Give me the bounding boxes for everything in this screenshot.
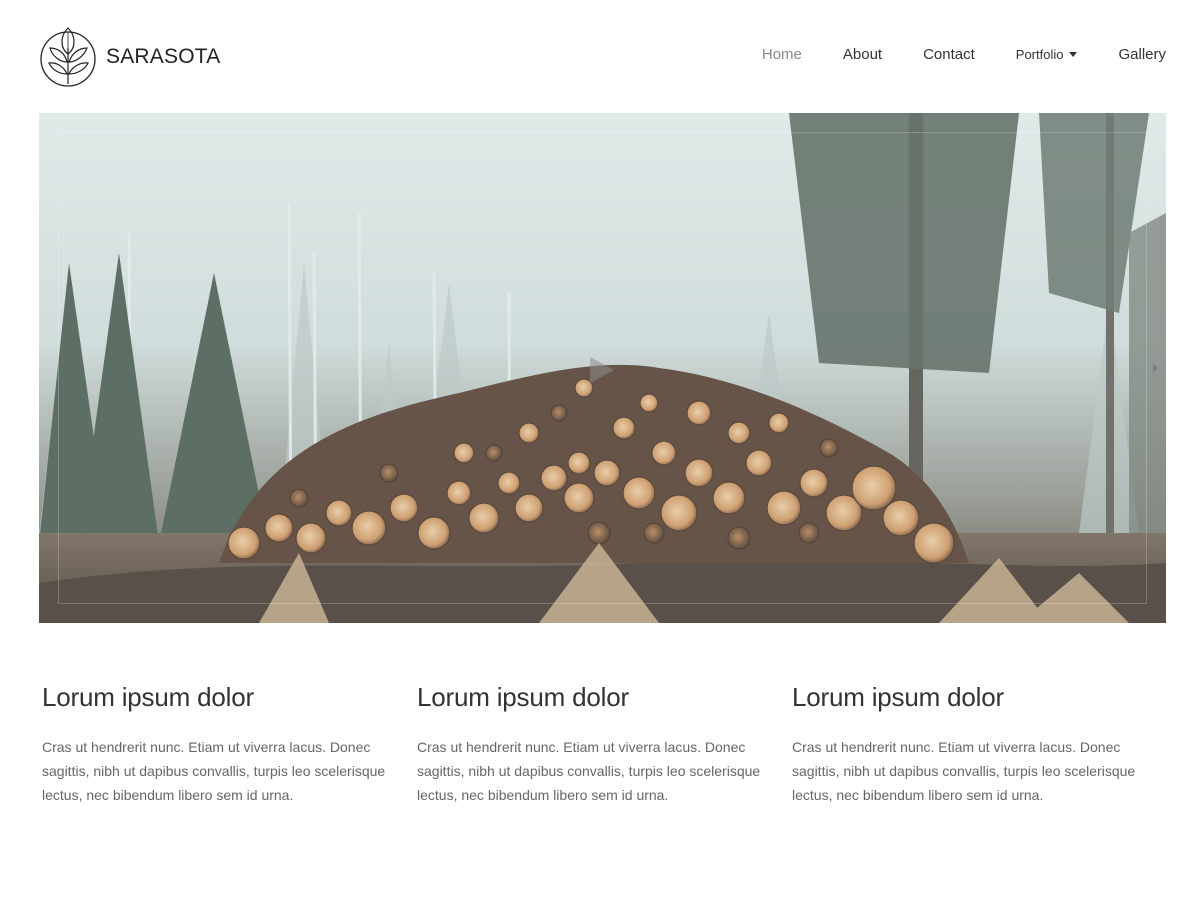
play-icon[interactable] xyxy=(590,357,614,383)
feature-text: Cras ut hendrerit nunc. Etiam ut viverra… xyxy=(792,739,1136,803)
nav-contact[interactable]: Contact xyxy=(923,46,975,63)
nav-gallery[interactable]: Gallery xyxy=(1118,46,1166,63)
feature-columns: Lorum ipsum dolor Cras ut hendrerit nunc… xyxy=(42,682,1172,807)
chevron-right-icon[interactable] xyxy=(1153,363,1158,373)
feature-title: Lorum ipsum dolor xyxy=(792,682,1004,712)
caret-down-icon xyxy=(1069,51,1078,57)
site-header: SARASOTA Home About Contact Portfolio Ga… xyxy=(0,0,1200,110)
nav-home[interactable]: Home xyxy=(762,46,802,63)
feature-text: Cras ut hendrerit nunc. Etiam ut viverra… xyxy=(42,739,386,803)
hero-slider xyxy=(39,113,1166,623)
feature-title: Lorum ipsum dolor xyxy=(417,682,629,712)
nav-portfolio[interactable]: Portfolio xyxy=(1016,47,1078,62)
feature-text: Cras ut hendrerit nunc. Etiam ut viverra… xyxy=(417,739,761,803)
feature-column: Lorum ipsum dolor Cras ut hendrerit nunc… xyxy=(42,682,417,807)
feature-column: Lorum ipsum dolor Cras ut hendrerit nunc… xyxy=(417,682,792,807)
feature-column: Lorum ipsum dolor Cras ut hendrerit nunc… xyxy=(792,682,1167,807)
brand-name: SARASOTA xyxy=(106,45,221,68)
nav-about[interactable]: About xyxy=(843,46,882,63)
leaf-circle-icon xyxy=(40,27,96,87)
main-nav: Home About Contact Portfolio Gallery xyxy=(762,43,1166,65)
feature-title: Lorum ipsum dolor xyxy=(42,682,254,712)
brand-link[interactable]: SARASOTA xyxy=(40,26,220,88)
nav-portfolio-label: Portfolio xyxy=(1015,46,1064,62)
